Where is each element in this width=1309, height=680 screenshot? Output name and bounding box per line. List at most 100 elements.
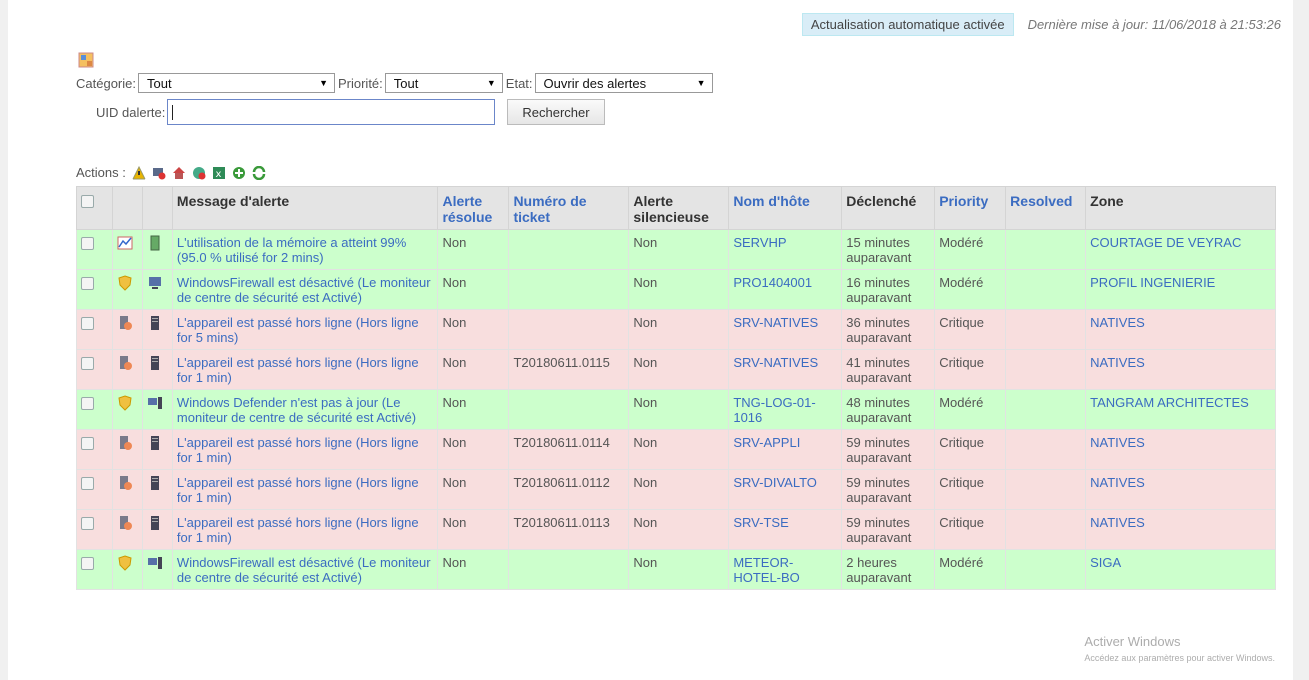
alert-resolved: Non	[437, 349, 510, 390]
row-checkbox-cell[interactable]	[76, 509, 113, 550]
resolved-header[interactable]: Resolved	[1005, 186, 1087, 230]
hostname-link[interactable]: PRO1404001	[728, 269, 843, 310]
table-row[interactable]: L'appareil est passé hors ligne (Hors li…	[76, 309, 1276, 350]
table-row[interactable]: L'appareil est passé hors ligne (Hors li…	[76, 429, 1276, 470]
row-checkbox[interactable]	[81, 397, 94, 410]
alert-message[interactable]: L'appareil est passé hors ligne (Hors li…	[171, 469, 439, 510]
priority-value: Modéré	[934, 389, 1007, 430]
row-checkbox-cell[interactable]	[76, 429, 113, 470]
alert-type-cell	[111, 509, 143, 550]
triggered-time: 41 minutes auparavant	[841, 349, 936, 390]
triggered-time: 59 minutes auparavant	[841, 429, 936, 470]
hostname-link[interactable]: TNG-LOG-01-1016	[728, 389, 843, 430]
state-value: Ouvrir des alertes	[543, 75, 647, 91]
home-alert-icon[interactable]	[172, 166, 186, 180]
auto-refresh-badge[interactable]: Actualisation automatique activée	[801, 13, 1014, 36]
alert-message[interactable]: Windows Defender n'est pas à jour (Le mo…	[171, 389, 439, 430]
alert-message[interactable]: L'utilisation de la mémoire a atteint 99…	[171, 229, 439, 270]
zone-link[interactable]: PROFIL INGENIERIE	[1085, 269, 1276, 310]
hostname-link[interactable]: SRV-DIVALTO	[728, 469, 843, 510]
priority-select[interactable]: Tout ▼	[384, 73, 503, 93]
state-select[interactable]: Ouvrir des alertes ▼	[534, 73, 713, 93]
triggered-time: 36 minutes auparavant	[841, 309, 936, 350]
row-checkbox-cell[interactable]	[76, 229, 113, 270]
search-button[interactable]: Rechercher	[507, 99, 605, 125]
zone-link[interactable]: NATIVES	[1085, 429, 1276, 470]
zone-link[interactable]: NATIVES	[1085, 349, 1276, 390]
row-checkbox[interactable]	[81, 277, 94, 290]
message-header: Message d'alerte	[171, 186, 439, 230]
hostname-header[interactable]: Nom d'hôte	[728, 186, 843, 230]
ticket-number	[508, 229, 630, 270]
row-checkbox[interactable]	[81, 557, 94, 570]
alert-message[interactable]: L'appareil est passé hors ligne (Hors li…	[171, 429, 439, 470]
refresh-icon[interactable]	[252, 165, 266, 180]
row-checkbox-cell[interactable]	[76, 389, 113, 430]
warning-icon[interactable]	[132, 165, 146, 180]
hostname-link[interactable]: SRV-TSE	[728, 509, 843, 550]
alert-silent: Non	[628, 469, 730, 510]
hostname-link[interactable]: SRV-NATIVES	[728, 309, 843, 350]
alert-silent: Non	[628, 389, 730, 430]
ticket-number	[508, 309, 630, 350]
table-row[interactable]: L'appareil est passé hors ligne (Hors li…	[76, 349, 1276, 390]
alert-message[interactable]: WindowsFirewall est désactivé (Le monite…	[171, 549, 439, 590]
monitor-delete-icon[interactable]	[152, 166, 166, 180]
select-all-checkbox[interactable]	[81, 195, 94, 208]
alert-message[interactable]: L'appareil est passé hors ligne (Hors li…	[171, 349, 439, 390]
select-all-header[interactable]	[76, 186, 113, 230]
add-icon[interactable]	[232, 166, 246, 180]
row-checkbox[interactable]	[81, 517, 94, 530]
alert-resolved: Non	[437, 229, 510, 270]
triggered-time: 59 minutes auparavant	[841, 469, 936, 510]
table-row[interactable]: WindowsFirewall est désactivé (Le monite…	[76, 549, 1276, 590]
zone-link[interactable]: SIGA	[1085, 549, 1276, 590]
type-header	[111, 186, 143, 230]
row-checkbox[interactable]	[81, 357, 94, 370]
uid-input[interactable]	[167, 99, 496, 125]
table-row[interactable]: L'utilisation de la mémoire a atteint 99…	[76, 229, 1276, 270]
hostname-link[interactable]: SRV-APPLI	[728, 429, 843, 470]
resolved-alert-header[interactable]: Alerte résolue	[437, 186, 510, 230]
row-checkbox-cell[interactable]	[76, 469, 113, 510]
table-header-row: Message d'alerte Alerte résolue Numéro d…	[76, 186, 1276, 230]
uid-label: UID dalerte:	[96, 104, 166, 120]
row-checkbox-cell[interactable]	[76, 549, 113, 590]
triggered-time: 48 minutes auparavant	[841, 389, 936, 430]
offline-icon	[117, 315, 133, 331]
row-checkbox[interactable]	[81, 237, 94, 250]
zone-link[interactable]: TANGRAM ARCHITECTES	[1085, 389, 1276, 430]
workstation-icon	[147, 395, 163, 411]
priority-header[interactable]: Priority	[934, 186, 1007, 230]
ticket-number-header[interactable]: Numéro de ticket	[508, 186, 630, 230]
table-row[interactable]: L'appareil est passé hors ligne (Hors li…	[76, 509, 1276, 550]
hostname-link[interactable]: METEOR-HOTEL-BO	[728, 549, 843, 590]
server-icon	[147, 515, 163, 531]
row-checkbox[interactable]	[81, 437, 94, 450]
row-checkbox-cell[interactable]	[76, 269, 113, 310]
table-row[interactable]: L'appareil est passé hors ligne (Hors li…	[76, 469, 1276, 510]
zone-link[interactable]: NATIVES	[1085, 509, 1276, 550]
resolved-value	[1005, 469, 1087, 510]
alert-resolved: Non	[437, 509, 510, 550]
hostname-link[interactable]: SRV-NATIVES	[728, 349, 843, 390]
table-row[interactable]: Windows Defender n'est pas à jour (Le mo…	[76, 389, 1276, 430]
alert-message[interactable]: L'appareil est passé hors ligne (Hors li…	[171, 309, 439, 350]
alert-message[interactable]: WindowsFirewall est désactivé (Le monite…	[171, 269, 439, 310]
alert-silent: Non	[628, 269, 730, 310]
zone-link[interactable]: NATIVES	[1085, 309, 1276, 350]
row-checkbox-cell[interactable]	[76, 309, 113, 350]
row-checkbox[interactable]	[81, 477, 94, 490]
alert-message[interactable]: L'appareil est passé hors ligne (Hors li…	[171, 509, 439, 550]
category-select[interactable]: Tout ▼	[137, 73, 335, 93]
row-checkbox[interactable]	[81, 317, 94, 330]
row-checkbox-cell[interactable]	[76, 349, 113, 390]
ticket-number: T20180611.0112	[508, 469, 630, 510]
hostname-link[interactable]: SERVHP	[728, 229, 843, 270]
resolve-icon[interactable]	[192, 166, 206, 180]
table-row[interactable]: WindowsFirewall est désactivé (Le monite…	[76, 269, 1276, 310]
zone-header: Zone	[1085, 186, 1276, 230]
zone-link[interactable]: NATIVES	[1085, 469, 1276, 510]
export-icon[interactable]: x	[212, 166, 226, 180]
zone-link[interactable]: COURTAGE DE VEYRAC	[1085, 229, 1276, 270]
